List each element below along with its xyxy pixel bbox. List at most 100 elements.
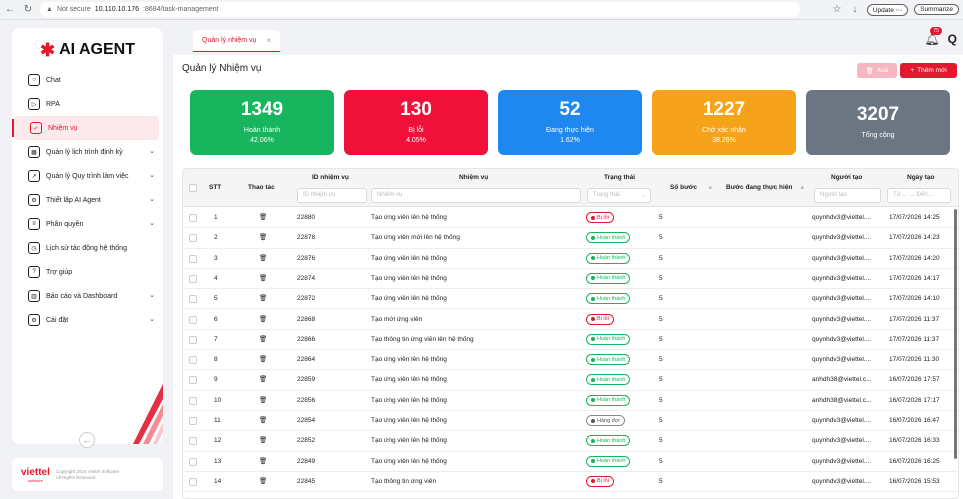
sidebar-item[interactable]: ◷ Lịch sử tác động hệ thống bbox=[12, 236, 163, 260]
stat-card[interactable]: 1349 Hoàn thành 42.06% bbox=[190, 90, 334, 155]
trash-icon[interactable]: 🗑︎ bbox=[259, 436, 267, 444]
sidebar-item[interactable]: ○ Chat bbox=[12, 68, 163, 92]
stat-card[interactable]: 3207 Tổng cộng bbox=[806, 90, 950, 155]
row-checkbox[interactable] bbox=[189, 477, 197, 486]
sidebar-item[interactable]: ↗ Quản lý Quy trình làm việc ⌄ bbox=[12, 164, 163, 188]
sidebar-item[interactable]: ✓ Nhiệm vụ bbox=[12, 116, 159, 140]
trash-icon[interactable]: 🗑︎ bbox=[259, 396, 267, 404]
row-checkbox[interactable] bbox=[189, 214, 197, 222]
sidebar-item[interactable]: ≡ Phân quyền ⌄ bbox=[12, 212, 163, 236]
row-checkbox[interactable] bbox=[189, 315, 197, 324]
sidebar: ✱ AI AGENT ○ Chat ▷ RPA ✓ Nhiệm vụ ▦ Quản lý lị… bbox=[12, 28, 163, 444]
cell-task: Tạo ứng viên lên hệ thống bbox=[371, 457, 447, 465]
sidebar-item[interactable]: ▦ Quản lý lịch trình định kỳ ⌄ bbox=[12, 140, 163, 164]
status-dot-icon bbox=[591, 235, 595, 240]
filter-task-input[interactable]: Nhiệm vụ bbox=[371, 188, 581, 203]
table-row[interactable]: 8 🗑︎ 22864 Tạo ứng viên lên hệ thống Hoàn th… bbox=[183, 350, 958, 371]
table-row[interactable]: 12 🗑︎ 22852 Tạo ứng viên lên hệ thống Hoàn t… bbox=[183, 431, 958, 452]
table-row[interactable]: 6 🗑︎ 22868 Tạo mới ứng viên Bị lỗi 5 quynhdv3@… bbox=[183, 310, 958, 330]
trash-icon[interactable]: 🗑︎ bbox=[259, 213, 267, 221]
star-icon[interactable]: ☆ bbox=[831, 4, 843, 15]
trash-icon[interactable]: 🗑︎ bbox=[259, 355, 267, 363]
update-button[interactable]: Update ⋯ bbox=[866, 3, 909, 16]
avatar[interactable]: Q bbox=[948, 32, 957, 46]
chevron-down-icon: ⌄ bbox=[149, 196, 155, 203]
stat-value: 1349 bbox=[240, 99, 284, 120]
filter-date-range[interactable]: Từ ... → Đến... bbox=[887, 188, 951, 203]
stat-value: 3207 bbox=[856, 104, 900, 125]
row-checkbox[interactable] bbox=[189, 356, 197, 365]
arrow-left-icon: ← bbox=[82, 435, 92, 445]
row-checkbox[interactable] bbox=[189, 335, 197, 344]
gear-box-icon: ⚙ bbox=[28, 194, 40, 206]
table-row[interactable]: 5 🗑︎ 22872 Tạo ứng viên lên hệ thống Hoàn th… bbox=[183, 289, 958, 310]
row-checkbox[interactable] bbox=[189, 437, 197, 446]
filter-creator-input[interactable]: Người tạo bbox=[814, 188, 881, 203]
row-checkbox[interactable] bbox=[189, 396, 197, 405]
table-row[interactable]: 9 🗑︎ 22859 Tạo ứng viên lên hệ thống Hoàn th… bbox=[183, 370, 958, 391]
row-checkbox[interactable] bbox=[189, 254, 197, 263]
back-icon[interactable]: ← bbox=[4, 4, 16, 15]
sidebar-item[interactable]: ▥ Báo cáo và Dashboard ⌄ bbox=[12, 284, 163, 308]
stat-card[interactable]: 130 Bị lỗi 4.05% bbox=[344, 90, 488, 155]
row-checkbox[interactable] bbox=[189, 417, 197, 425]
cell-task: Tạo ứng viên lên hệ thống bbox=[371, 376, 447, 384]
table-row[interactable]: 11 🗑︎ 22854 Tạo ứng viên lên hệ thống Hàng đ… bbox=[183, 411, 958, 432]
sidebar-item[interactable]: ? Trợ giúp bbox=[12, 260, 163, 284]
notification-button[interactable]: 🔔︎ 75 bbox=[924, 27, 942, 46]
status-label: Hoàn thành bbox=[597, 275, 626, 282]
table-row[interactable]: 4 🗑︎ 22874 Tạo ứng viên lên hệ thống Hoàn th… bbox=[183, 269, 958, 290]
close-icon[interactable]: × bbox=[266, 36, 271, 45]
stat-card[interactable]: 1227 Chờ xác nhận 38.26% bbox=[652, 90, 796, 155]
trash-icon[interactable]: 🗑︎ bbox=[259, 477, 267, 485]
trash-icon[interactable]: 🗑︎ bbox=[259, 233, 267, 241]
address-bar[interactable]: ▲ Not secure 10.110.10.176:8684/task-man… bbox=[40, 2, 800, 17]
trash-icon[interactable]: 🗑︎ bbox=[259, 274, 267, 282]
add-new-button[interactable]: + Thêm mới bbox=[900, 63, 957, 78]
table-row[interactable]: 2 🗑︎ 22878 Tạo ứng viên mới lên hệ thống Hoà… bbox=[183, 228, 958, 249]
cell-steps: 5 bbox=[659, 376, 663, 384]
row-checkbox[interactable] bbox=[189, 274, 197, 283]
table-row[interactable]: 10 🗑︎ 22856 Tạo ứng viên lên hệ thống Hoàn t… bbox=[183, 391, 958, 411]
table-scrollbar[interactable] bbox=[954, 209, 957, 459]
sidebar-item[interactable]: ⚙ Thiết lập AI Agent ⌄ bbox=[12, 188, 163, 212]
download-icon[interactable]: ↓ bbox=[849, 4, 861, 15]
row-checkbox[interactable] bbox=[189, 376, 197, 385]
cell-date: 17/07/2026 14:23 bbox=[889, 234, 940, 242]
trash-icon[interactable]: 🗑︎ bbox=[259, 375, 267, 383]
sidebar-item[interactable]: ⚙ Cài đặt ⌄ bbox=[12, 308, 163, 332]
sidebar-item[interactable]: ▷ RPA bbox=[12, 92, 163, 116]
sort-icon[interactable]: ▲ bbox=[799, 184, 805, 191]
tab-task-management[interactable]: Quản lý nhiệm vụ × bbox=[193, 30, 281, 52]
trash-icon[interactable]: 🗑︎ bbox=[259, 315, 267, 323]
sliders-icon: ≡ bbox=[28, 218, 40, 230]
sort-icon[interactable]: ▲ bbox=[707, 184, 713, 191]
select-all-checkbox[interactable] bbox=[189, 184, 197, 192]
stat-value: 130 bbox=[400, 99, 432, 120]
trash-icon[interactable]: 🗑︎ bbox=[259, 335, 267, 343]
trash-icon[interactable]: 🗑︎ bbox=[259, 254, 267, 262]
cell-task: Tạo thông tin ứng viên bbox=[371, 477, 437, 485]
filter-id-input[interactable]: ID nhiệm vụ bbox=[297, 188, 367, 203]
row-checkbox[interactable] bbox=[189, 295, 197, 304]
table-row[interactable]: 7 🗑︎ 22866 Tạo thông tin ứng viên lên hệ th… bbox=[183, 330, 958, 351]
cell-stt: 11 bbox=[214, 417, 221, 424]
delete-button[interactable]: 🗑︎ Xoá bbox=[857, 63, 897, 78]
table-row[interactable]: 14 🗑︎ 22845 Tạo thông tin ứng viên Bị lỗi 5 qu… bbox=[183, 472, 958, 493]
trash-icon[interactable]: 🗑︎ bbox=[259, 457, 267, 465]
collapse-sidebar-button[interactable]: ← bbox=[79, 432, 95, 448]
cell-steps: 5 bbox=[659, 477, 663, 485]
reload-icon[interactable]: ↻ bbox=[22, 4, 34, 15]
table-row[interactable]: 3 🗑︎ 22876 Tạo ứng viên lên hệ thống Hoàn th… bbox=[183, 249, 958, 269]
trash-icon[interactable]: 🗑︎ bbox=[259, 416, 267, 424]
summarize-label: Summarize bbox=[920, 6, 953, 13]
cell-id: 22878 bbox=[297, 234, 316, 242]
stat-card[interactable]: 52 Đang thực hiện 1.62% bbox=[498, 90, 642, 155]
row-checkbox[interactable] bbox=[189, 234, 197, 243]
table-row[interactable]: 1 🗑︎ 22880 Tạo ứng viên lên hệ thống Bị lỗi 5… bbox=[183, 208, 958, 229]
table-row[interactable]: 13 🗑︎ 22849 Tạo ứng viên lên hệ thống Hoàn t… bbox=[183, 452, 958, 472]
trash-icon[interactable]: 🗑︎ bbox=[259, 294, 267, 302]
row-checkbox[interactable] bbox=[189, 457, 197, 466]
filter-status-select[interactable]: Trạng thái ⌄ bbox=[587, 188, 651, 203]
summarize-button[interactable]: Summarize bbox=[914, 4, 959, 15]
